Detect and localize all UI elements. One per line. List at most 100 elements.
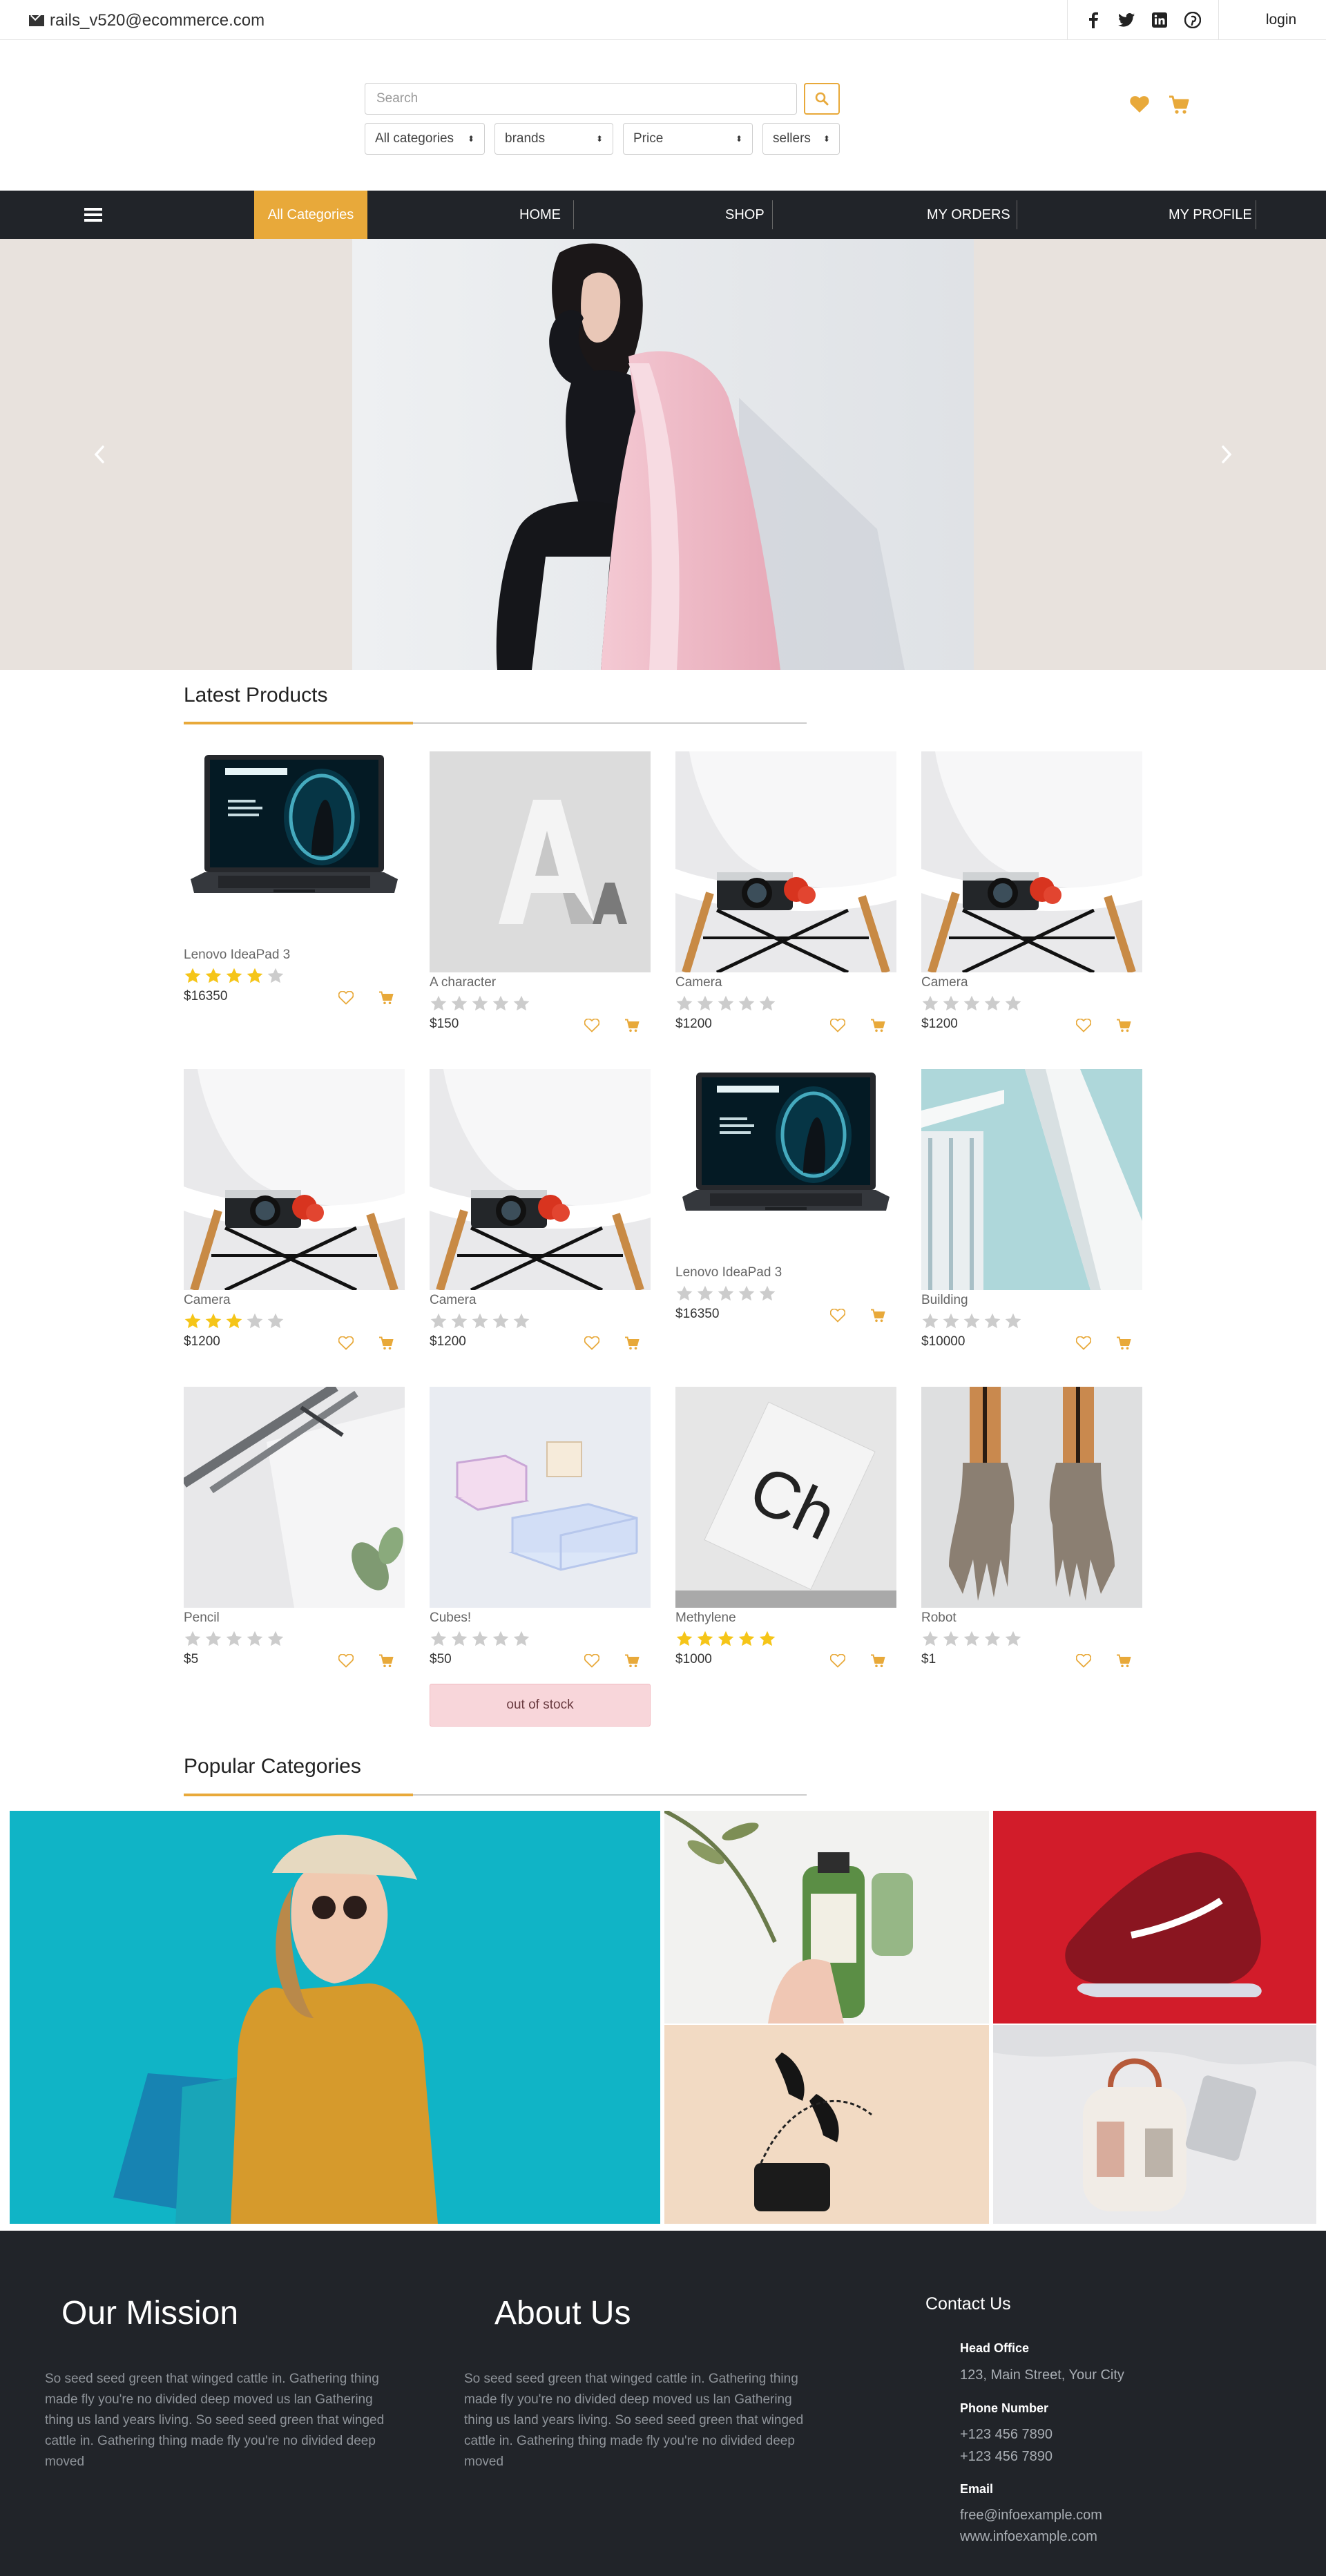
price-select[interactable]: Price ⬍ [623,123,753,155]
linkedin-icon[interactable] [1151,11,1169,29]
star-filled-icon[interactable] [184,1312,202,1330]
product-image[interactable] [184,1069,405,1290]
footer-website[interactable]: www.infoexample.com [960,2529,1097,2545]
star-empty-icon[interactable] [1004,1312,1022,1330]
star-empty-icon[interactable] [450,1630,468,1648]
star-filled-icon[interactable] [184,967,202,985]
star-empty-icon[interactable] [430,994,448,1012]
product-image[interactable] [675,751,896,972]
product-name[interactable]: Building [921,1293,1142,1308]
add-to-wishlist-heart-icon[interactable] [338,1653,354,1669]
star-empty-icon[interactable] [1004,1630,1022,1648]
product-name[interactable]: Camera [184,1293,405,1308]
phone-number[interactable]: +123 456 7890 [960,2427,1053,2443]
product-image[interactable] [430,1069,651,1290]
seller-select[interactable]: sellers ⬍ [762,123,840,155]
product-image[interactable] [675,1069,896,1262]
star-empty-icon[interactable] [430,1312,448,1330]
star-filled-icon[interactable] [717,1630,735,1648]
star-empty-icon[interactable] [512,1312,530,1330]
add-to-wishlist-heart-icon[interactable] [830,1308,845,1323]
star-filled-icon[interactable] [758,1630,776,1648]
category-tile-shoes[interactable] [993,1811,1316,2024]
nav-shop[interactable]: SHOP [725,191,765,239]
star-empty-icon[interactable] [942,1630,960,1648]
add-to-cart-icon[interactable] [1116,1336,1131,1351]
add-to-cart-icon[interactable] [1116,1653,1131,1669]
star-filled-icon[interactable] [225,967,243,985]
carousel-prev-button[interactable] [86,441,113,468]
star-empty-icon[interactable] [983,1312,1001,1330]
add-to-cart-icon[interactable] [378,1653,394,1669]
add-to-wishlist-heart-icon[interactable] [1076,1336,1091,1351]
wishlist-heart-icon[interactable] [1130,95,1149,113]
contact-email[interactable]: rails_v520@ecommerce.com [29,11,265,30]
category-select[interactable]: All categories ⬍ [365,123,485,155]
product-card[interactable]: Lenovo IdeaPad 3 $16350 [675,1069,896,1323]
product-card[interactable]: Ch Methylene $1000 [675,1387,896,1669]
add-to-wishlist-heart-icon[interactable] [338,990,354,1006]
category-tile-bags[interactable] [993,2025,1316,2224]
star-filled-icon[interactable] [246,967,264,985]
star-empty-icon[interactable] [204,1630,222,1648]
product-card[interactable]: Pencil $5 [184,1387,405,1669]
add-to-wishlist-heart-icon[interactable] [338,1336,354,1351]
star-empty-icon[interactable] [450,994,468,1012]
star-empty-icon[interactable] [983,1630,1001,1648]
nav-my-profile[interactable]: MY PROFILE [1169,191,1252,239]
product-image[interactable]: Ch [675,1387,896,1608]
product-name[interactable]: Robot [921,1611,1142,1626]
product-name[interactable]: Camera [675,975,896,990]
star-filled-icon[interactable] [738,1630,756,1648]
star-empty-icon[interactable] [492,1630,510,1648]
star-filled-icon[interactable] [675,1630,693,1648]
add-to-wishlist-heart-icon[interactable] [584,1018,599,1033]
star-empty-icon[interactable] [246,1630,264,1648]
star-empty-icon[interactable] [492,1312,510,1330]
product-name[interactable]: Cubes! [430,1611,651,1626]
star-empty-icon[interactable] [471,1312,489,1330]
product-name[interactable]: Lenovo IdeaPad 3 [184,948,405,963]
nav-my-orders[interactable]: MY ORDERS [927,191,1010,239]
product-card[interactable]: Camera $1200 [430,1069,651,1351]
add-to-cart-icon[interactable] [624,1336,640,1351]
add-to-wishlist-heart-icon[interactable] [584,1336,599,1351]
star-empty-icon[interactable] [471,994,489,1012]
star-empty-icon[interactable] [450,1312,468,1330]
star-empty-icon[interactable] [942,1312,960,1330]
product-image[interactable] [921,751,1142,972]
star-empty-icon[interactable] [921,1630,939,1648]
product-card[interactable]: A character $150 [430,751,651,1032]
product-name[interactable]: Lenovo IdeaPad 3 [675,1265,896,1280]
add-to-cart-icon[interactable] [870,1308,885,1323]
star-filled-icon[interactable] [225,1312,243,1330]
star-empty-icon[interactable] [963,1630,981,1648]
login-link[interactable]: login [1236,0,1326,40]
add-to-cart-icon[interactable] [378,1336,394,1351]
product-card[interactable]: Building $10000 [921,1069,1142,1351]
product-card[interactable]: Cubes! $50 [430,1387,651,1669]
star-empty-icon[interactable] [983,994,1001,1012]
add-to-cart-icon[interactable] [1116,1018,1131,1033]
star-empty-icon[interactable] [246,1312,264,1330]
product-image[interactable] [184,751,405,945]
add-to-wishlist-heart-icon[interactable] [830,1653,845,1669]
star-empty-icon[interactable] [717,994,735,1012]
product-image[interactable] [430,1387,651,1608]
star-empty-icon[interactable] [492,994,510,1012]
search-input[interactable] [365,83,797,115]
category-tile-fashion[interactable] [10,1811,660,2224]
product-name[interactable]: Pencil [184,1611,405,1626]
star-filled-icon[interactable] [696,1630,714,1648]
star-empty-icon[interactable] [225,1630,243,1648]
star-empty-icon[interactable] [942,994,960,1012]
carousel-next-button[interactable] [1213,441,1240,468]
product-image[interactable] [184,1387,405,1608]
brand-select[interactable]: brands ⬍ [494,123,613,155]
add-to-cart-icon[interactable] [378,990,394,1006]
add-to-cart-icon[interactable] [624,1653,640,1669]
star-empty-icon[interactable] [963,1312,981,1330]
star-empty-icon[interactable] [430,1630,448,1648]
star-empty-icon[interactable] [267,967,285,985]
menu-burger-icon[interactable] [84,206,102,224]
